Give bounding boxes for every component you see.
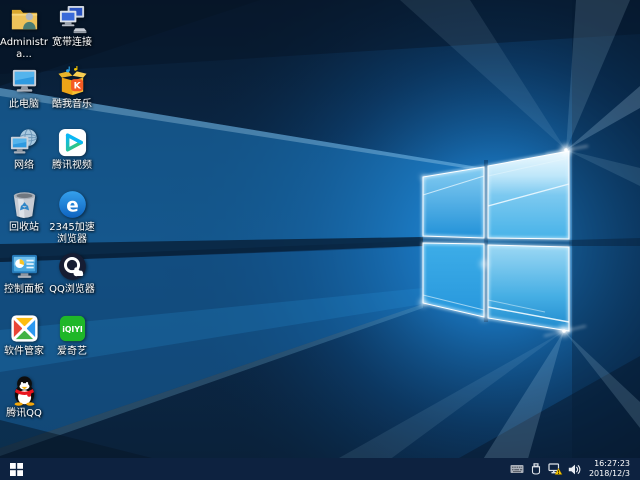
recycle-bin-icon bbox=[9, 189, 40, 220]
wallpaper bbox=[0, 0, 640, 480]
desktop-icon-label: 网络 bbox=[14, 160, 34, 172]
desktop-icon-kuwo-music[interactable]: K 酷我音乐 bbox=[48, 66, 96, 111]
desktop-icon-qq-browser[interactable]: QQ浏览器 bbox=[48, 251, 96, 296]
windows-logo-icon bbox=[10, 463, 23, 476]
desktop-icon-label: 此电脑 bbox=[9, 99, 39, 111]
desktop-icon-label: 酷我音乐 bbox=[52, 99, 92, 111]
volume-icon[interactable] bbox=[566, 458, 582, 480]
desktop-icon-administrator[interactable]: Administra... bbox=[0, 4, 48, 60]
network-warning-icon[interactable] bbox=[547, 458, 563, 480]
kuwo-music-icon: K bbox=[57, 66, 88, 97]
desktop-icon-label: 2345加速浏览器 bbox=[48, 222, 96, 245]
desktop-icon-control-panel[interactable]: 控制面板 bbox=[0, 251, 48, 296]
qq-browser-icon bbox=[57, 251, 88, 282]
taskbar-empty-area bbox=[32, 458, 508, 480]
usb-device-icon[interactable] bbox=[528, 458, 544, 480]
svg-text:K: K bbox=[73, 81, 81, 92]
desktop-icon-this-pc[interactable]: 此电脑 bbox=[0, 66, 48, 111]
software-manager-icon bbox=[9, 313, 40, 344]
desktop-icon-label: QQ浏览器 bbox=[49, 284, 95, 296]
iqiyi-icon: iQIYI bbox=[57, 313, 88, 344]
desktop-icon-2345-browser[interactable]: e 2345加速浏览器 bbox=[48, 189, 96, 245]
desktop-icon-broadband[interactable]: 宽带连接 bbox=[48, 4, 96, 49]
svg-text:e: e bbox=[66, 195, 78, 216]
desktop-icon-label: 回收站 bbox=[9, 222, 39, 234]
clock-date: 2018/12/3 bbox=[589, 469, 630, 479]
broadband-connection-icon bbox=[57, 4, 88, 35]
taskbar: 16:27:23 2018/12/3 bbox=[0, 458, 640, 480]
windows-desktop: Administra... 宽带连接 bbox=[0, 0, 640, 480]
system-tray: 16:27:23 2018/12/3 bbox=[508, 458, 640, 480]
desktop-icon-label: Administra... bbox=[0, 37, 48, 60]
desktop-icon-tencent-qq[interactable]: 腾讯QQ bbox=[0, 375, 48, 420]
desktop-icon-label: 宽带连接 bbox=[52, 37, 92, 49]
user-folder-icon bbox=[9, 4, 40, 35]
tencent-video-icon bbox=[57, 127, 88, 158]
desktop-icon-label: 软件管家 bbox=[4, 346, 44, 358]
desktop-icon-recycle-bin[interactable]: 回收站 bbox=[0, 189, 48, 234]
desktop-icon-label: 爱奇艺 bbox=[57, 346, 87, 358]
this-pc-icon bbox=[9, 66, 40, 97]
desktop-icon-network[interactable]: 网络 bbox=[0, 127, 48, 172]
start-button[interactable] bbox=[0, 458, 32, 480]
network-icon bbox=[9, 127, 40, 158]
desktop-icon-tencent-video[interactable]: 腾讯视频 bbox=[48, 127, 96, 172]
desktop-icon-label: 腾讯视频 bbox=[52, 160, 92, 172]
touch-keyboard-icon[interactable] bbox=[509, 458, 525, 480]
svg-text:iQIYI: iQIYI bbox=[62, 325, 83, 334]
clock-time: 16:27:23 bbox=[589, 459, 630, 469]
desktop-icon-software-manager[interactable]: 软件管家 bbox=[0, 313, 48, 358]
desktop-icon-label: 腾讯QQ bbox=[6, 408, 42, 420]
desktop-icon-label: 控制面板 bbox=[4, 284, 44, 296]
desktop-icon-iqiyi[interactable]: iQIYI 爱奇艺 bbox=[48, 313, 96, 358]
2345-browser-icon: e bbox=[57, 189, 88, 220]
tencent-qq-icon bbox=[9, 375, 40, 406]
taskbar-clock[interactable]: 16:27:23 2018/12/3 bbox=[584, 459, 634, 480]
control-panel-icon bbox=[9, 251, 40, 282]
